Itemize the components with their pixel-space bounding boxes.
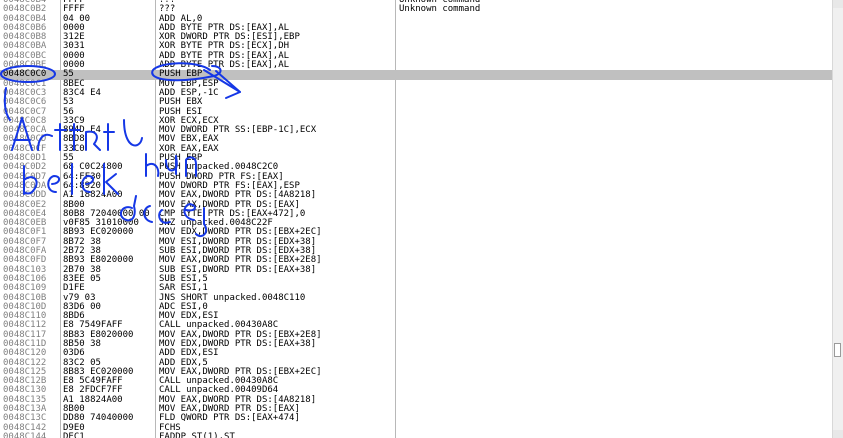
disassembly-row[interactable]: 0048C0D7 64:FF30 PUSH DWORD PTR FS:[EAX] — [0, 172, 833, 182]
disassembly-row[interactable]: 0048C10B v79 03 JNS SHORT unpacked.0048C11… — [0, 293, 833, 303]
disassembly-row[interactable]: 0048C0B2 FFFF??? Unknown command — [0, 4, 833, 15]
disassembly-row[interactable]: 0048C0CD 8BD8 MOV EBX,EAX — [0, 135, 833, 145]
disassembly-row[interactable]: 0048C0D2 68 C0C24800 PUSH unpacked.0048C2C… — [0, 163, 833, 173]
disassembly-row[interactable]: 0048C144 DEC1 FADDP ST(1),ST — [0, 431, 833, 438]
disassembly-row[interactable]: 0048C0C3 83C4 E4 ADD ESP,-1C — [0, 88, 833, 98]
disassembly-row[interactable]: 0048C0F1 8B93 EC020000 MOV EDX,DWORD PTR D… — [0, 228, 833, 238]
disassembly-row[interactable]: 0048C117 8B83 E8020000 MOV EAX,DWORD PTR D… — [0, 330, 833, 340]
disassembly-row[interactable]: 0048C0B6 0000 ADD BYTE PTR DS:[EAX],AL — [0, 23, 833, 33]
disassembly-row[interactable]: 0048C0DA 64:8920 MOV DWORD PTR FS:[EAX],ES… — [0, 181, 833, 191]
disassembly-row[interactable]: 0048C0CA 894D E4 MOV DWORD PTR SS:[EBP-1C]… — [0, 125, 833, 135]
disassembly-row[interactable]: 0048C13C DD80 74040000 FLD QWORD PTR DS:[E… — [0, 414, 833, 424]
disassembly-row[interactable]: 0048C142 D9E0 FCHS — [0, 423, 833, 433]
scrollbar-thumb[interactable] — [834, 343, 841, 357]
row-comment: Unknown command — [399, 4, 481, 15]
disassembly-row[interactable]: 0048C0FD 8B93 E8020000 MOV EAX,DWORD PTR D… — [0, 256, 833, 266]
disassembly-row[interactable]: 0048C120 03D6 ADD EDX,ESI — [0, 348, 833, 358]
disassembly-row[interactable]: 0048C10D 83D6 00 ADC ESI,0 — [0, 302, 833, 312]
disassembly-row[interactable]: 0048C0CF 33C0 XOR EAX,EAX — [0, 144, 833, 154]
row-hex-bytes: DEC1 — [63, 431, 85, 438]
disassembly-row[interactable]: 0048C0B8 312E XOR DWORD PTR DS:[ESI],EBP — [0, 32, 833, 42]
disassembly-row-selected[interactable]: 0048C0C0 55 PUSH EBP — [0, 70, 833, 80]
disassembly-row[interactable]: 0048C135 A1 18824A00 MOV EAX,DWORD PTR DS:… — [0, 395, 833, 405]
disassembly-row[interactable]: 0048C0BA 3031 XOR BYTE PTR DS:[ECX],DH — [0, 42, 833, 52]
disassembly-row[interactable]: 0048C0C6 53 PUSH EBX — [0, 97, 833, 107]
vertical-scrollbar[interactable] — [832, 0, 843, 438]
scroll-down-arrow-icon[interactable] — [833, 430, 843, 438]
disassembly-row[interactable]: 0048C0C8 33C9 XOR ECX,ECX — [0, 116, 833, 126]
disassembly-row[interactable]: 0048C11D 8B50 38 MOV EDX,DWORD PTR DS:[EAX… — [0, 339, 833, 349]
disassembly-pane[interactable]: 0048C0B4 FFFF??? Unknown command 0048C0B2 FF… — [0, 0, 833, 438]
row-instruction: FADDP ST(1),ST — [159, 431, 235, 438]
disassembly-row[interactable]: 0048C0BC 0000 ADD BYTE PTR DS:[EAX],AL — [0, 51, 833, 61]
disassembly-row[interactable]: 0048C109 D1FE SAR ESI,1 — [0, 283, 833, 293]
disassembly-row[interactable]: 0048C110 8BD6 MOV EDX,ESI — [0, 311, 833, 321]
disassembly-row[interactable]: 0048C0BE 0000 ADD BYTE PTR DS:[EAX],AL — [0, 60, 833, 70]
disassembly-row[interactable]: 0048C0DD A1 18824A00 MOV EAX,DWORD PTR DS:… — [0, 190, 833, 200]
disassembly-row[interactable]: 0048C12B E8 5C49FAFF CALL unpacked.00430A8… — [0, 376, 833, 386]
disassembly-row[interactable]: 0048C106 83EE 05 SUB ESI,5 — [0, 274, 833, 284]
disassembly-row[interactable]: 0048C103 2B70 38 SUB ESI,DWORD PTR DS:[EAX… — [0, 265, 833, 275]
disassembly-row[interactable]: 0048C125 8B83 EC020000 MOV EAX,DWORD PTR D… — [0, 367, 833, 377]
disassembly-row[interactable]: 0048C0C1 8BEC MOV EBP,ESP — [0, 79, 833, 89]
disassembly-rows: 0048C0B4 FFFF??? Unknown command 0048C0B2 FF… — [0, 0, 833, 438]
disassembly-row[interactable]: 0048C0C7 56 PUSH ESI — [0, 107, 833, 117]
disassembly-row[interactable]: 0048C0F7 8B72 38 MOV ESI,DWORD PTR DS:[EDX… — [0, 237, 833, 247]
row-address: 0048C144 — [3, 431, 47, 438]
scroll-up-arrow-icon[interactable] — [833, 0, 843, 8]
disassembly-row[interactable]: 0048C130 E8 2FDCF7FF CALL unpacked.00409D6… — [0, 386, 833, 396]
disassembly-row[interactable]: 0048C0B4 04 00 ADD AL,0 — [0, 14, 833, 24]
disassembly-row[interactable]: 0048C0D1 55 PUSH EBP — [0, 153, 833, 163]
